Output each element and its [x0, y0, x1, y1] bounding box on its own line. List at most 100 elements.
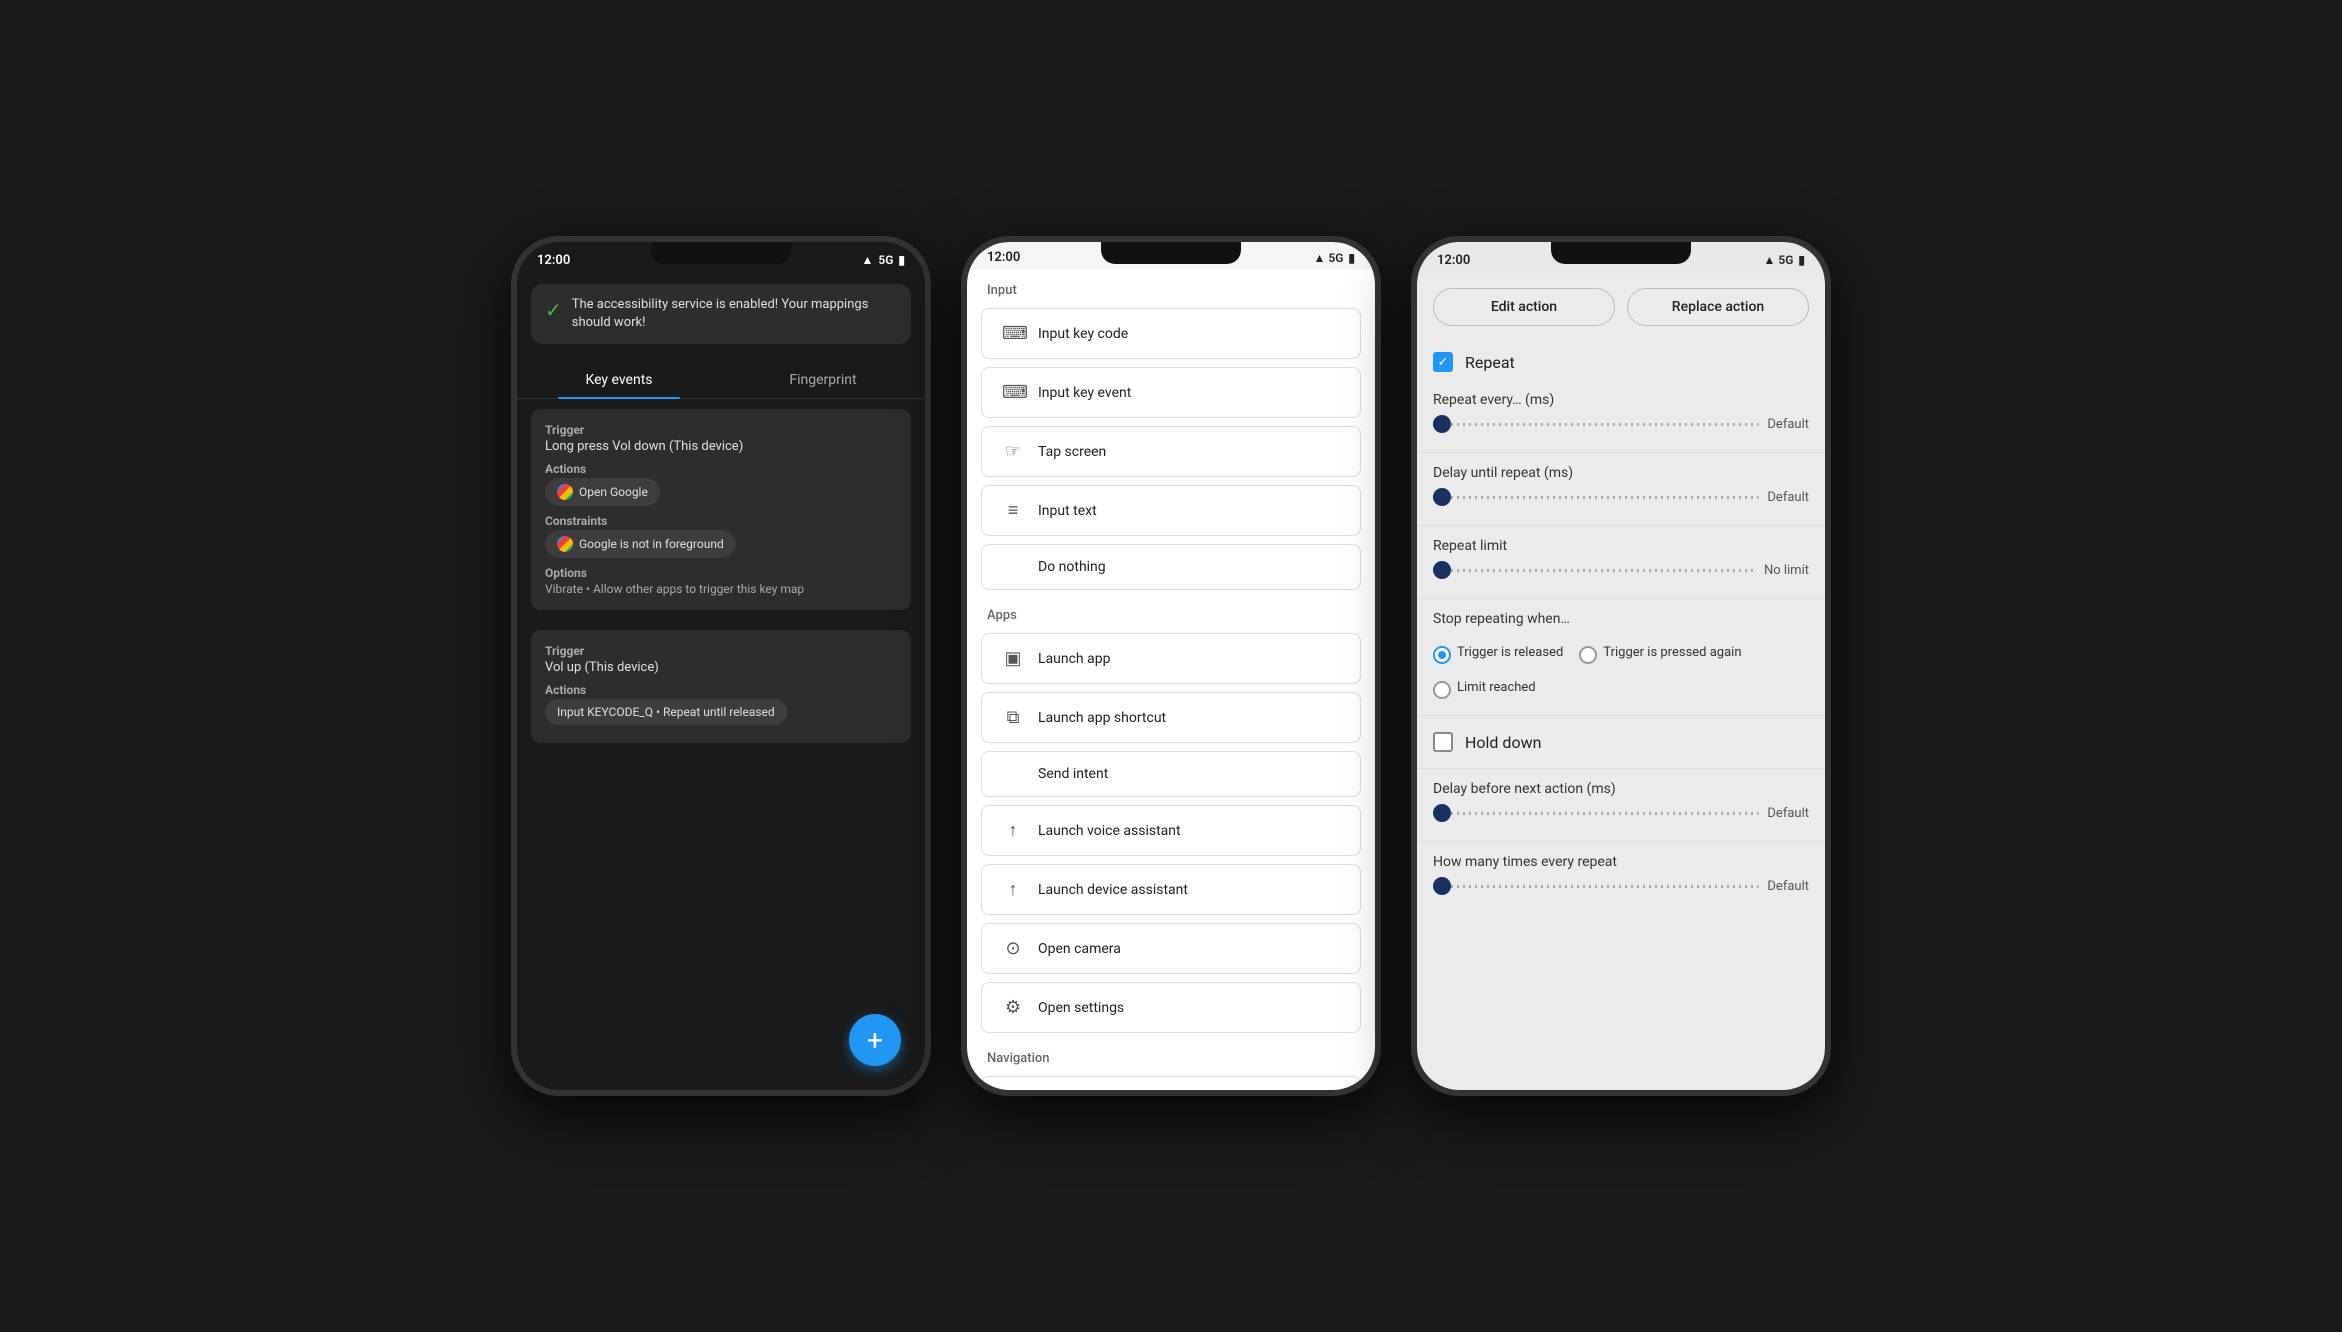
delay-repeat-group: Delay until repeat (ms) Default	[1417, 457, 1825, 521]
phone-frame-3: 12:00 ▲ 5G ▮ Edit action Replace action …	[1411, 236, 1831, 1096]
mapping-card-1: Trigger Long press Vol down (This device…	[531, 409, 911, 610]
notification-text: The accessibility service is enabled! Yo…	[572, 296, 897, 332]
delay-next-value: Default	[1767, 806, 1809, 821]
screenshots-container: 12:00 ▲ 5G ▮ ✓ The accessibility service…	[511, 236, 1831, 1096]
radio-limit-reached[interactable]: Limit reached	[1433, 680, 1536, 699]
status-icons-1: ▲ 5G ▮	[861, 253, 905, 267]
keyboard-icon-1: ⌨	[1002, 323, 1024, 344]
list-item-device-assistant[interactable]: ↑ Launch device assistant	[981, 864, 1361, 915]
list-item-voice-assistant[interactable]: ↑ Launch voice assistant	[981, 805, 1361, 856]
repeat-checkbox-row: ✓ Repeat	[1417, 340, 1825, 384]
edit-action-button[interactable]: Edit action	[1433, 288, 1615, 326]
signal-1: 5G	[878, 253, 893, 267]
mapping-card-2: Trigger Vol up (This device) Actions Inp…	[531, 630, 911, 743]
tab-key-events[interactable]: Key events	[517, 362, 721, 398]
trigger-label-2: Trigger	[545, 644, 897, 658]
phone-screen-2: 12:00 ▲ 5G ▮ Input ⌨ Input key code ⌨ In…	[967, 242, 1375, 1090]
list-item-send-intent[interactable]: Send intent	[981, 751, 1361, 797]
list-item-do-nothing[interactable]: Do nothing	[981, 544, 1361, 590]
section-apps-header: Apps	[967, 594, 1375, 629]
repeat-limit-label: Repeat limit	[1433, 538, 1809, 554]
section-nav-header: Navigation	[967, 1037, 1375, 1072]
text-icon: ≡	[1002, 500, 1024, 521]
list-item-input-key-code[interactable]: ⌨ Input key code	[981, 308, 1361, 359]
camera-icon: ⊙	[1002, 938, 1024, 959]
list-item-launch-app[interactable]: ▣ Launch app	[981, 633, 1361, 684]
hold-down-checkbox[interactable]	[1433, 732, 1453, 752]
repeat-limit-slider[interactable]: No limit	[1433, 560, 1809, 580]
hold-down-label: Hold down	[1465, 733, 1541, 752]
status-time-1: 12:00	[537, 253, 570, 268]
stop-repeat-label: Stop repeating when…	[1433, 611, 1809, 627]
replace-action-button[interactable]: Replace action	[1627, 288, 1809, 326]
status-bar-2: 12:00 ▲ 5G ▮	[967, 242, 1375, 269]
action-buttons-row: Edit action Replace action	[1433, 288, 1809, 326]
touch-icon: ☞	[1002, 441, 1024, 462]
list-item-input-text[interactable]: ≡ Input text	[981, 485, 1361, 536]
repeat-every-label: Repeat every… (ms)	[1433, 392, 1809, 408]
notification-banner: ✓ The accessibility service is enabled! …	[531, 284, 911, 344]
list-item-launch-app-shortcut[interactable]: ⧉ Launch app shortcut	[981, 692, 1361, 743]
status-icons-2: ▲ 5G ▮	[1313, 251, 1355, 265]
radio-circle-2	[1579, 646, 1597, 664]
tabs-row: Key events Fingerprint	[517, 362, 925, 399]
phone-frame-1: 12:00 ▲ 5G ▮ ✓ The accessibility service…	[511, 236, 931, 1096]
check-icon: ✓	[545, 298, 562, 322]
screen1-content: 12:00 ▲ 5G ▮ ✓ The accessibility service…	[517, 242, 925, 1090]
delay-repeat-value: Default	[1767, 490, 1809, 505]
list-item-expand-notification[interactable]: ▽ Expand notification drawer	[981, 1076, 1361, 1090]
shortcut-icon: ⧉	[1002, 707, 1024, 728]
delay-next-slider[interactable]: Default	[1433, 803, 1809, 823]
options-label-1: Options	[545, 566, 897, 580]
google-icon-c	[557, 536, 573, 552]
repeat-checkbox[interactable]: ✓	[1433, 352, 1453, 372]
device-icon: ↑	[1002, 879, 1024, 900]
action-chip-1[interactable]: Open Google	[545, 478, 660, 506]
fab-add-button[interactable]: +	[849, 1014, 901, 1066]
battery-icon-1: ▮	[898, 253, 905, 267]
status-bar-3: 12:00 ▲ 5G ▮	[1417, 242, 1825, 274]
how-many-label: How many times every repeat	[1433, 854, 1809, 870]
wifi-icon-1: ▲	[861, 253, 873, 267]
keyboard-icon-2: ⌨	[1002, 382, 1024, 403]
status-time-3: 12:00	[1437, 253, 1470, 268]
trigger-value-1: Long press Vol down (This device)	[545, 439, 897, 454]
options-value-1: Vibrate • Allow other apps to trigger th…	[545, 582, 897, 596]
list-item-open-camera[interactable]: ⊙ Open camera	[981, 923, 1361, 974]
how-many-slider[interactable]: Default	[1433, 876, 1809, 896]
action-chip-2[interactable]: Input KEYCODE_Q • Repeat until released	[545, 699, 787, 725]
how-many-value: Default	[1767, 879, 1809, 894]
tab-fingerprint[interactable]: Fingerprint	[721, 362, 925, 398]
radio-trigger-pressed[interactable]: Trigger is pressed again	[1579, 645, 1741, 664]
status-bar-1: 12:00 ▲ 5G ▮	[517, 242, 925, 274]
radio-group-stop: Trigger is released Trigger is pressed a…	[1417, 637, 1825, 711]
signal-icon-3: ▲ 5G	[1763, 253, 1793, 267]
status-time-2: 12:00	[987, 250, 1020, 265]
radio-circle-3	[1433, 681, 1451, 699]
repeat-every-slider[interactable]: Default	[1433, 414, 1809, 434]
list-item-input-key-event[interactable]: ⌨ Input key event	[981, 367, 1361, 418]
signal-icon-2: ▲ 5G	[1313, 251, 1343, 265]
settings-icon: ⚙	[1002, 997, 1024, 1018]
actions-label-2: Actions	[545, 683, 897, 697]
delay-next-group: Delay before next action (ms) Default	[1417, 773, 1825, 837]
actions-label-1: Actions	[545, 462, 897, 476]
voice-icon: ↑	[1002, 820, 1024, 841]
list-item-open-settings[interactable]: ⚙ Open settings	[981, 982, 1361, 1033]
screen2-content: 12:00 ▲ 5G ▮ Input ⌨ Input key code ⌨ In…	[967, 242, 1375, 1090]
battery-icon-3: ▮	[1798, 253, 1805, 267]
google-icon-1	[557, 484, 573, 500]
list-item-tap-screen[interactable]: ☞ Tap screen	[981, 426, 1361, 477]
app-icon: ▣	[1002, 648, 1024, 669]
section-input-header: Input	[967, 269, 1375, 304]
phone-screen-1: 12:00 ▲ 5G ▮ ✓ The accessibility service…	[517, 242, 925, 1090]
trigger-value-2: Vol up (This device)	[545, 660, 897, 675]
status-icons-3: ▲ 5G ▮	[1763, 253, 1805, 267]
repeat-label: Repeat	[1465, 353, 1515, 372]
radio-trigger-released[interactable]: Trigger is released	[1433, 645, 1563, 664]
trigger-label-1: Trigger	[545, 423, 897, 437]
constraints-label-1: Constraints	[545, 514, 897, 528]
repeat-limit-value: No limit	[1764, 563, 1809, 578]
constraint-chip-1[interactable]: Google is not in foreground	[545, 530, 736, 558]
delay-repeat-slider[interactable]: Default	[1433, 487, 1809, 507]
